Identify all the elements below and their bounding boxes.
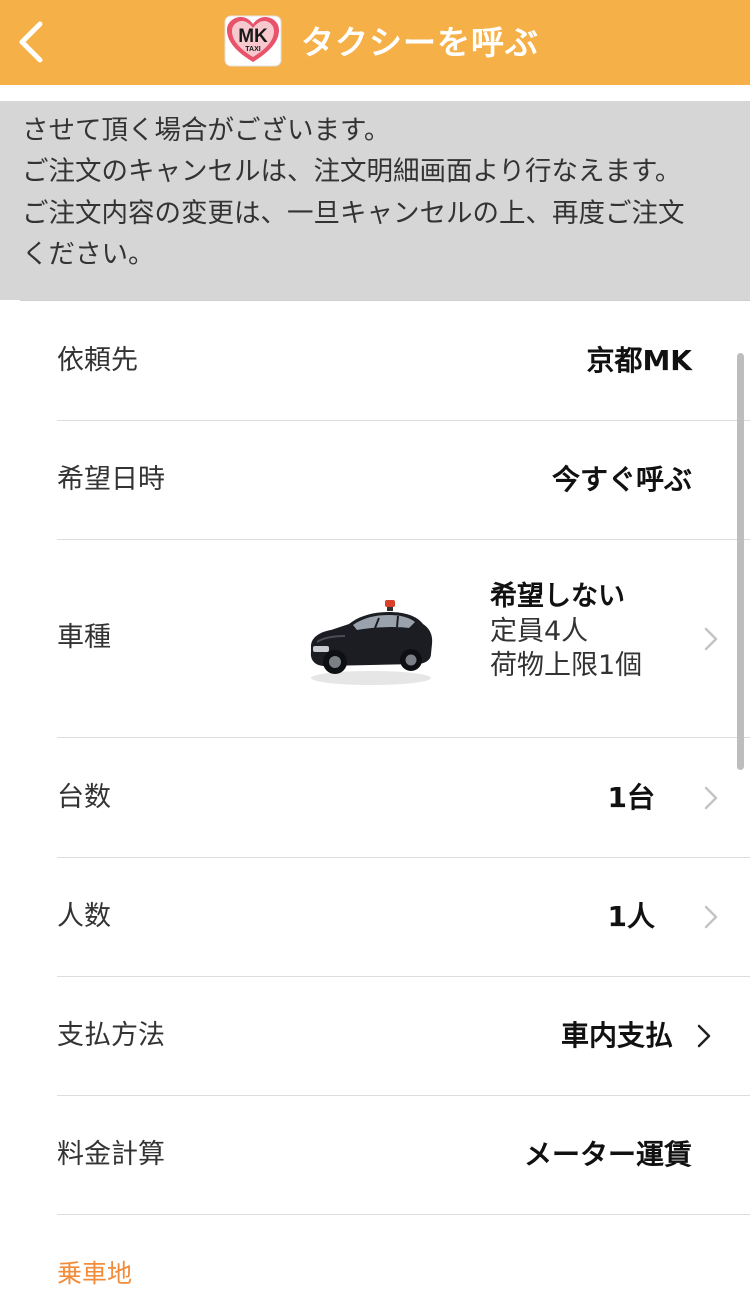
notice-line: ご注文内容の変更は、一旦キャンセルの上、再度ご注文 (22, 197, 685, 229)
notice-line: ください。 (22, 239, 155, 270)
row-label: 依頼先 (57, 345, 138, 376)
row-label: 車種 (57, 622, 111, 653)
row-label: 台数 (57, 782, 111, 813)
chevron-right-icon (704, 786, 718, 810)
row-vehicle-type[interactable]: 車種 希望しない 定員4人 荷物上限1個 (57, 539, 750, 738)
row-datetime[interactable]: 希望日時 今すぐ呼ぶ (57, 420, 750, 540)
row-fare-calculation[interactable]: 料金計算 メーター運賃 (57, 1095, 750, 1215)
row-label: 料金計算 (57, 1139, 165, 1170)
notice-line: ご注文のキャンセルは、注文明細画面より行なえます。 (22, 156, 682, 187)
row-value: 今すぐ呼ぶ (551, 463, 692, 496)
vehicle-name: 希望しない (490, 581, 625, 612)
row-vehicle-count[interactable]: 台数 1台 (57, 738, 750, 858)
vehicle-luggage-limit: 荷物上限1個 (490, 650, 643, 681)
row-destination[interactable]: 依頼先 京都MK (57, 301, 750, 421)
vehicle-capacity: 定員4人 (490, 616, 589, 647)
order-notice: ご注文後、連絡がとれない状態となりますと配車を控え させて頂く場合がございます。… (0, 101, 750, 300)
row-value: メーター運賃 (523, 1138, 692, 1171)
chevron-right-icon (704, 627, 718, 651)
page-title: タクシーを呼ぶ (301, 23, 539, 62)
chevron-right-icon (704, 905, 718, 929)
mk-logo: MK TAXI (224, 15, 282, 67)
notice-line: ご注文後、連絡がとれない状態となりますと配車を控え (22, 101, 734, 110)
svg-text:TAXI: TAXI (245, 46, 260, 53)
notice-line: させて頂く場合がございます。 (22, 114, 391, 146)
vehicle-info: 希望しない 定員4人 荷物上限1個 (490, 579, 690, 683)
row-value: 車内支払 (560, 1019, 673, 1052)
back-button[interactable] (0, 0, 80, 85)
row-label: 支払方法 (57, 1020, 165, 1051)
car-image (305, 594, 437, 690)
row-label: 希望日時 (57, 464, 165, 495)
header-bar: MK TAXI タクシーを呼ぶ (0, 0, 750, 85)
chevron-right-icon (697, 1024, 711, 1048)
svg-text:MK: MK (238, 26, 268, 47)
pickup-section-label: 乗車地 (57, 1259, 133, 1288)
chevron-left-icon (19, 21, 43, 63)
row-value: 1台 (607, 781, 655, 814)
row-label: 人数 (57, 901, 111, 932)
row-value: 1人 (607, 900, 655, 933)
row-payment-method[interactable]: 支払方法 車内支払 (57, 976, 750, 1096)
row-passenger-count[interactable]: 人数 1人 (57, 857, 750, 977)
header-spacer (0, 85, 750, 101)
scrollbar[interactable] (737, 353, 744, 770)
row-value: 京都MK (586, 344, 692, 377)
